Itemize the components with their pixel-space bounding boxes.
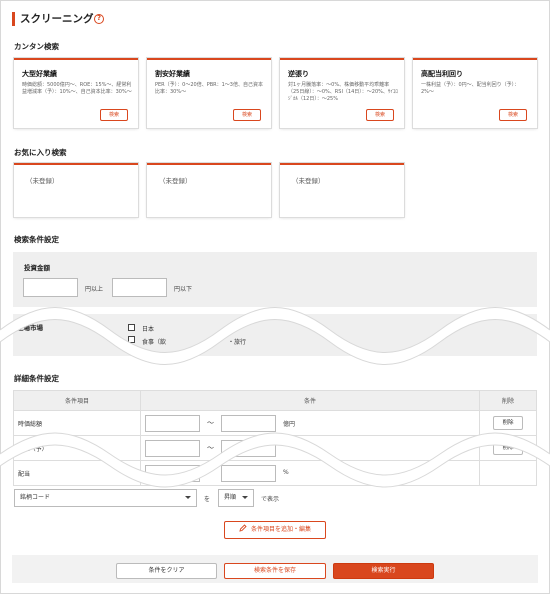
favorite-slot-label: （未登録） (26, 177, 59, 185)
investment-max-unit: 円以下 (174, 286, 193, 293)
favorite-slot-label: （未登録） (292, 177, 325, 185)
preset-card-contrarian: 逆張り 対1ヶ月騰落率：〜0%、株価移動平均乖離率（25日線）：〜0%、RSI（… (280, 58, 404, 128)
column-header: 条件 (140, 390, 480, 411)
torn-separator-upper (0, 307, 550, 365)
save-conditions-button[interactable]: 検索条件を保存 (224, 563, 326, 579)
sort-suffix-text: で表示 (261, 496, 280, 503)
preset-card-high-dividend: 高配当利回り 一株利益（予）：0円〜、配当利回り（予）：2%〜 検索 (413, 58, 537, 128)
sort-field-select[interactable]: 銘柄コード (14, 489, 197, 507)
torn-separator-lower (0, 432, 550, 488)
chevron-down-icon (185, 496, 191, 499)
preset-search-button[interactable]: 検索 (233, 109, 261, 121)
search-conditions-heading: 検索条件設定 (14, 235, 59, 244)
title-accent-bar (12, 12, 15, 26)
add-edit-label: 条件項目を追加・編集 (250, 526, 311, 533)
favorite-slot[interactable]: （未登録） (14, 163, 138, 217)
run-search-button[interactable]: 検索実行 (333, 563, 434, 579)
preset-card-title: 高配当利回り (421, 70, 463, 78)
pencil-icon (239, 524, 247, 532)
investment-amount-block (13, 252, 537, 307)
preset-card-undervalued: 割安好業績 PER（予）：0〜20倍、PBR：1〜3倍、自己資本比率：30%〜 … (147, 58, 271, 128)
sort-order-select[interactable]: 昇順 (218, 489, 254, 507)
investment-min-input[interactable] (23, 278, 78, 297)
preset-search-button[interactable]: 検索 (499, 109, 527, 121)
preset-card-title: 割安好業績 (155, 70, 190, 78)
add-edit-conditions-button[interactable]: 条件項目を追加・編集 (224, 521, 326, 539)
clear-conditions-button[interactable]: 条件をクリア (116, 563, 217, 579)
preset-card-desc: PER（予）：0〜20倍、PBR：1〜3倍、自己資本比率：30%〜 (155, 82, 263, 95)
sort-field-value: 銘柄コード (20, 494, 51, 501)
column-header: 削除 (479, 390, 537, 411)
table-header-row: 条件項目 条件 削除 (13, 390, 537, 411)
page-title: スクリーニング (20, 13, 94, 25)
chevron-down-icon (242, 496, 248, 499)
favorite-slot-label: （未登録） (159, 177, 192, 185)
investment-min-unit: 円以上 (85, 286, 104, 293)
sort-order-value: 昇順 (224, 494, 237, 501)
preset-search-button[interactable]: 検索 (366, 109, 394, 121)
question-circle-icon[interactable]: ? (94, 14, 104, 24)
preset-card-desc: 対1ヶ月騰落率：〜0%、株価移動平均乖離率（25日線）：〜0%、RSI（14日）… (288, 82, 398, 102)
sort-wo-text: を (204, 496, 211, 503)
favorites-heading: お気に入り検索 (14, 148, 67, 157)
investment-amount-label: 投資金額 (24, 264, 50, 272)
column-header: 条件項目 (13, 390, 141, 411)
favorite-slot[interactable]: （未登録） (147, 163, 271, 217)
preset-card-title: 大型好業績 (22, 70, 57, 78)
preset-search-button[interactable]: 検索 (100, 109, 128, 121)
favorite-slot[interactable]: （未登録） (280, 163, 404, 217)
investment-max-input[interactable] (112, 278, 167, 297)
preset-card-desc: 一株利益（予）：0円〜、配当利回り（予）：2%〜 (421, 82, 520, 95)
preset-card-desc: 時価総額：5000億円〜、ROE：15%〜、経常利益増減率（予）：10%〜、自己… (22, 82, 132, 95)
preset-card-title: 逆張り (288, 70, 309, 78)
easy-search-heading: カンタン検索 (14, 42, 59, 51)
preset-card-large-performance: 大型好業績 時価総額：5000億円〜、ROE：15%〜、経常利益増減率（予）：1… (14, 58, 138, 128)
